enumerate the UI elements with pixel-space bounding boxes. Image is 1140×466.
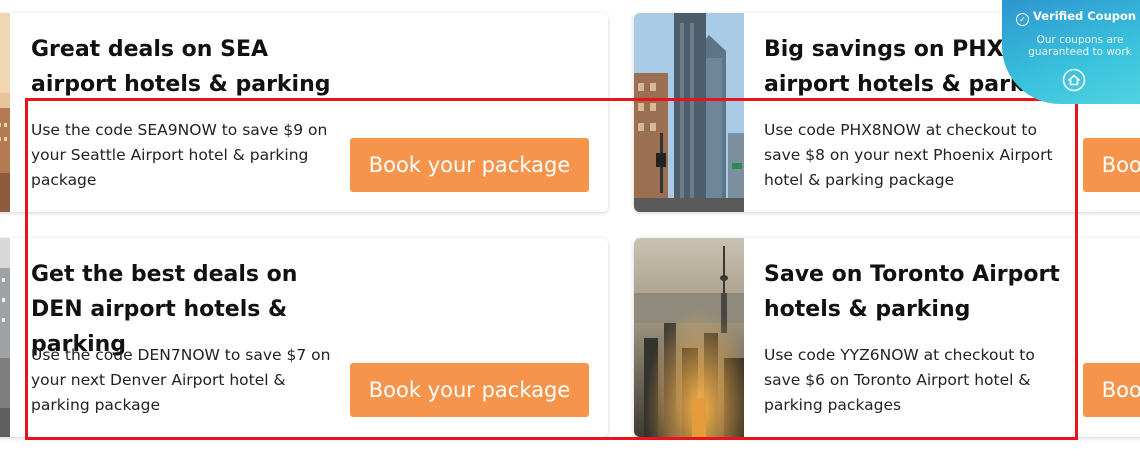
- toronto-card-title: Save on Toronto Airport hotels & parking: [764, 262, 1060, 322]
- check-circle-icon: ✓: [1016, 13, 1029, 26]
- phx-book-package-button[interactable]: Book your package: [1083, 138, 1140, 192]
- sea-thumbnail-image: [0, 13, 10, 212]
- phx-card-description: Use code PHX8NOW at checkout to save $8 …: [764, 121, 1053, 189]
- den-book-package-button[interactable]: Book your package: [350, 363, 589, 417]
- verified-coupon-label: Verified Coupon: [1033, 9, 1137, 23]
- sea-card-title: Great deals on SEA airport hotels & park…: [31, 37, 331, 97]
- verified-coupon-title: ✓ Verified Coupon: [1016, 9, 1136, 26]
- sea-book-package-button[interactable]: Book your package: [350, 138, 589, 192]
- toronto-book-package-button[interactable]: Book your package: [1083, 363, 1140, 417]
- sea-card-description: Use the code SEA9NOW to save $9 on your …: [31, 121, 328, 189]
- coupon-page: Great deals on SEA airport hotels & park…: [0, 0, 1140, 466]
- coupon-card-den: Get the best deals on DEN airport hotels…: [0, 238, 608, 437]
- shield-home-icon: [1062, 68, 1086, 92]
- coupon-card-toronto: Save on Toronto Airport hotels & parking…: [634, 238, 1140, 437]
- coupon-card-sea: Great deals on SEA airport hotels & park…: [0, 13, 608, 212]
- verified-coupon-subtitle: Our coupons are guaranteed to work: [1028, 34, 1132, 58]
- toronto-thumbnail-image: [634, 238, 744, 437]
- den-thumbnail-image: [0, 238, 10, 437]
- phx-thumbnail-image: [634, 13, 744, 212]
- toronto-card-description: Use code YYZ6NOW at checkout to save $6 …: [764, 346, 1035, 414]
- den-card-description: Use the code DEN7NOW to save $7 on your …: [31, 346, 331, 414]
- verified-coupon-badge[interactable]: ✓ Verified Coupon Our coupons are guarant…: [1002, 0, 1140, 104]
